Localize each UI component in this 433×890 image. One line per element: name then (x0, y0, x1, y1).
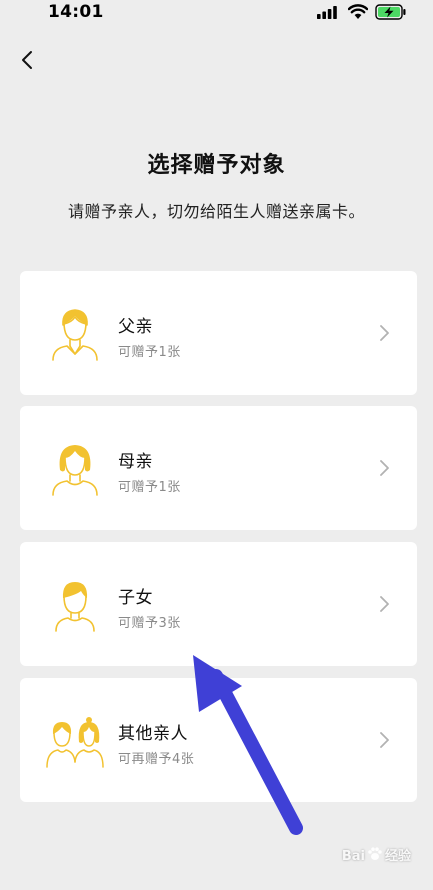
gift-recipient-page: 14:01 选择赠予对象 请赠予亲人，切勿给陌生人赠送亲属卡。 父亲 可赠予1张… (0, 0, 433, 890)
recipient-card-mother[interactable]: 母亲 可赠予1张 (20, 406, 417, 530)
recipient-name: 母亲 (118, 452, 153, 472)
paw-logo-icon (368, 847, 382, 860)
status-time: 14:01 (48, 2, 104, 22)
battery-charging-icon (375, 4, 406, 20)
signal-icon (317, 6, 337, 19)
child-avatar-icon (55, 582, 95, 632)
chevron-right-icon (380, 732, 389, 748)
recipient-name: 父亲 (118, 317, 153, 337)
father-avatar-icon (52, 309, 98, 361)
wifi-icon (348, 4, 368, 19)
relatives-avatar-icon (46, 717, 104, 768)
chevron-right-icon (380, 325, 389, 341)
recipient-card-child[interactable]: 子女 可赠予3张 (20, 542, 417, 666)
chevron-right-icon (380, 596, 389, 612)
back-button[interactable] (14, 46, 40, 74)
recipient-quota: 可再赠予4张 (118, 752, 195, 767)
mother-avatar-icon (52, 445, 98, 496)
watermark-brand: Bai (341, 849, 365, 864)
recipient-quota: 可赠予1张 (118, 480, 181, 495)
chevron-left-icon (22, 51, 32, 69)
page-subtitle: 请赠予亲人，切勿给陌生人赠送亲属卡。 (67, 202, 365, 221)
recipient-card-father[interactable]: 父亲 可赠予1张 (20, 271, 417, 395)
status-bar: 14:01 (0, 0, 433, 26)
chevron-right-icon (380, 460, 389, 476)
page-title: 选择赠予对象 (147, 153, 286, 178)
watermark: Bai 经验 (342, 845, 411, 864)
recipient-quota: 可赠予3张 (118, 616, 181, 631)
recipient-card-relatives[interactable]: 其他亲人 可再赠予4张 (20, 678, 417, 802)
recipient-name: 其他亲人 (118, 724, 188, 744)
watermark-text: 经验 (384, 849, 411, 864)
recipient-quota: 可赠予1张 (118, 345, 181, 360)
recipient-name: 子女 (118, 588, 153, 608)
